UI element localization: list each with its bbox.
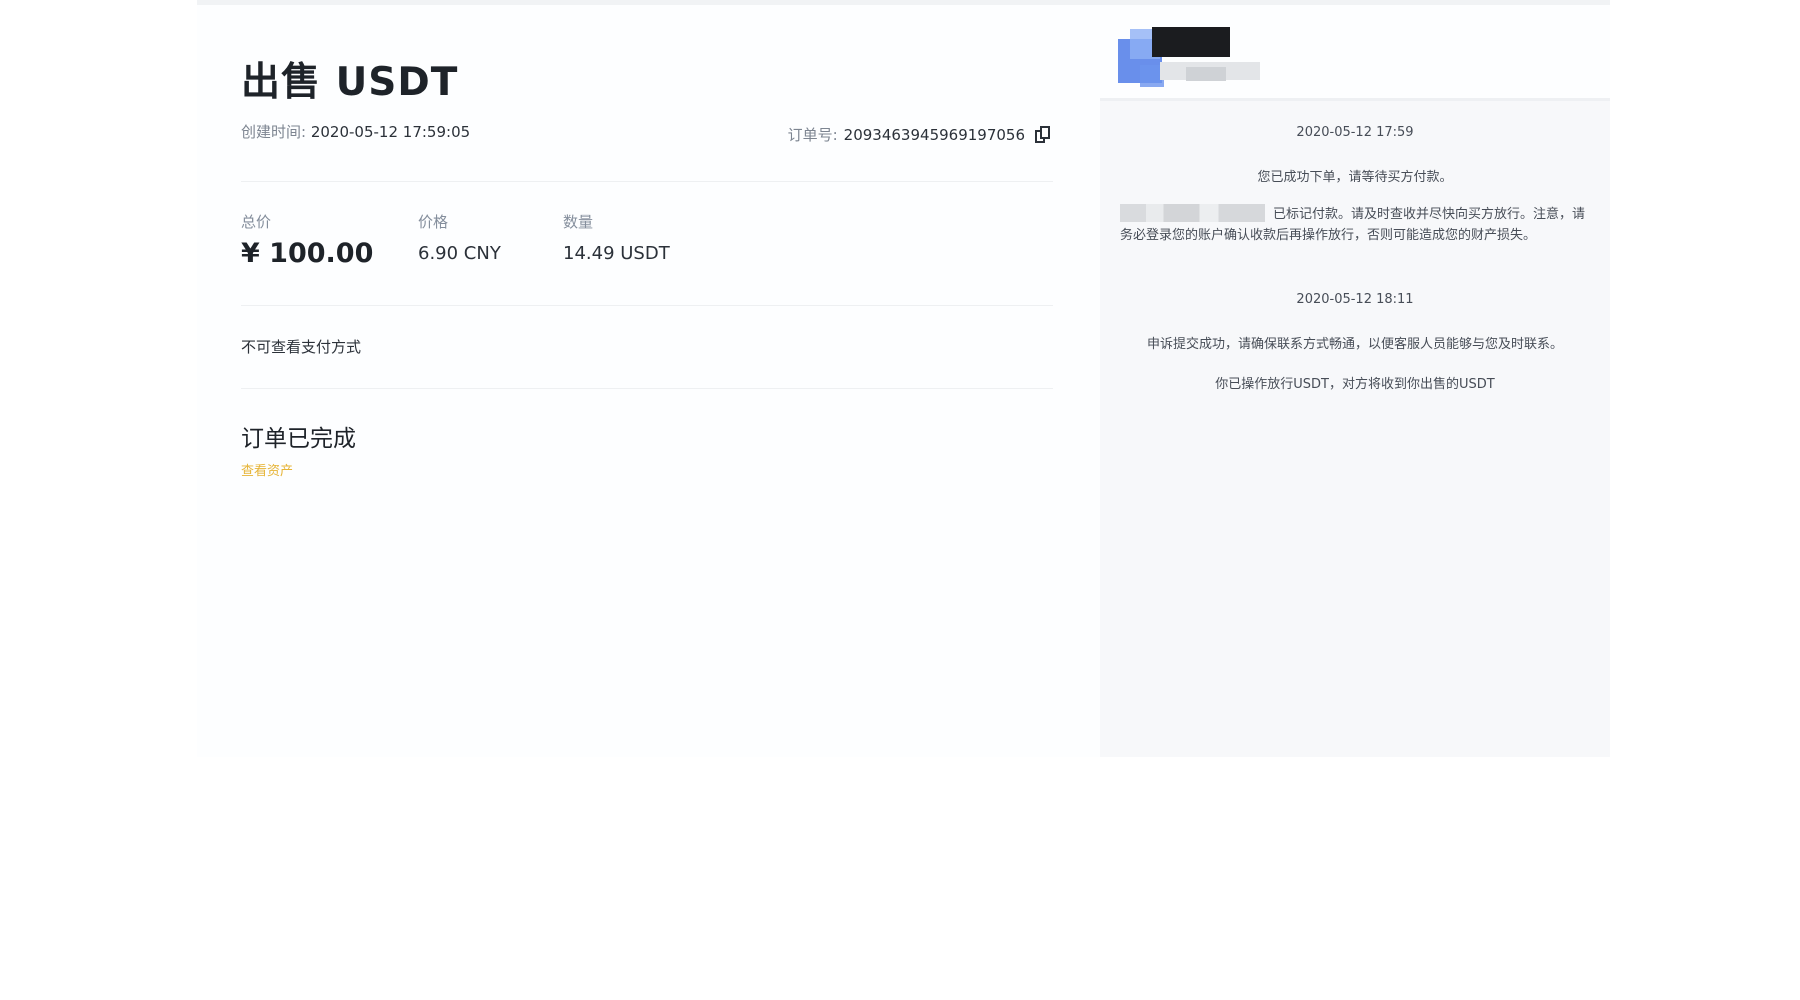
chat-panel: 2020-05-12 17:59 您已成功下单，请等待买方付款。 已标记付款。请…: [1100, 5, 1610, 757]
created-value: 2020-05-12 17:59:05: [310, 123, 471, 141]
order-number: 订单号: 20934639459691970​56: [788, 124, 1051, 145]
order-number-value: 20934639459691970​56: [843, 125, 1025, 144]
system-message: 您已成功下单，请等待买方付款。: [1257, 170, 1453, 185]
payment-method-note: 不可查看支付方式: [241, 338, 362, 356]
stat-quantity-label: 数量: [563, 213, 594, 231]
system-message: 你已操作放行USDT，对方将收到你出售的USDT: [1215, 377, 1495, 392]
page-background: [0, 757, 1800, 1000]
stat-total: 总价 ¥ 100.00: [241, 211, 373, 269]
order-stats: 总价 ¥ 100.00 价格 6.90 CNY 数量 14.49 USDT: [241, 211, 1053, 281]
user-name-redacted: [1152, 27, 1230, 57]
message-time: 2020-05-12 18:11: [1296, 292, 1414, 307]
buyer-name-redacted: [1120, 204, 1265, 222]
view-assets-link[interactable]: 查看资产: [241, 460, 293, 479]
divider: [241, 388, 1053, 389]
stat-price-value: 6.90 CNY: [418, 243, 501, 264]
user-info-redacted: [1186, 67, 1226, 81]
stat-price-label: 价格: [418, 213, 449, 231]
stat-quantity-value: 14.49 USDT: [563, 243, 670, 264]
stat-quantity: 数量 14.49 USDT: [563, 211, 670, 264]
copy-icon[interactable]: [1035, 125, 1051, 144]
system-message: 申诉提交成功，请确保联系方式畅通，以便客服人员能够与您及时联系。: [1146, 337, 1563, 352]
message-time: 2020-05-12 17:59: [1296, 125, 1414, 140]
divider: [241, 305, 1053, 306]
order-meta: 创建时间: 2020-05-12 17:59:05 订单号: 209346394…: [241, 121, 1053, 145]
order-page: 出售 USDT 创建时间: 2020-05-12 17:59:05 订单号: 2…: [197, 0, 1610, 757]
created-label: 创建时间:: [241, 123, 307, 141]
divider: [241, 181, 1053, 182]
stat-total-value: ¥ 100.00: [241, 238, 374, 269]
stat-total-label: 总价: [241, 213, 272, 231]
order-number-label: 订单号:: [787, 126, 838, 144]
chat-header: [1100, 5, 1610, 101]
order-status-title: 订单已完成: [241, 426, 356, 452]
created-time: 创建时间: 2020-05-12 17:59:05: [241, 121, 470, 142]
system-message: 已标记付款。请及时查收并尽快向买方放行。注意，请务必登录您的账户确认收款后再操作…: [1120, 204, 1590, 246]
order-details: 出售 USDT 创建时间: 2020-05-12 17:59:05 订单号: 2…: [241, 5, 1053, 757]
page-title: 出售 USDT: [241, 60, 459, 105]
stat-price: 价格 6.90 CNY: [418, 211, 501, 264]
